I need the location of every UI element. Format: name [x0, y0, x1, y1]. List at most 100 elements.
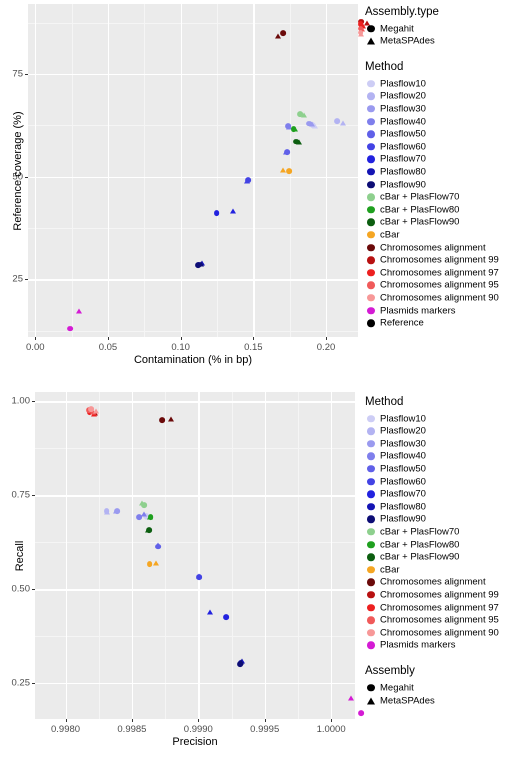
legend-item[interactable]: cBar + PlasFlow80: [365, 203, 524, 216]
gridline-major-vertical: [65, 392, 67, 719]
legend-item-label: cBar + PlasFlow70: [380, 191, 460, 203]
circle-marker-icon: [367, 641, 375, 650]
legend-item-label: Chromosomes alignment 97: [380, 602, 499, 613]
legend-item[interactable]: Plasmids markers: [365, 639, 524, 652]
legend-item[interactable]: MetaSPAdes: [365, 35, 524, 48]
legend-item[interactable]: Chromosomes alignment 90: [365, 626, 524, 639]
x-axis-tick-mark: [180, 337, 182, 340]
data-point: [357, 710, 364, 716]
legend-item[interactable]: Plasflow70: [365, 488, 524, 501]
legend-item-label: Plasflow60: [380, 476, 426, 487]
legend-item[interactable]: Plasflow60: [365, 475, 524, 488]
legend-item-label: Plasmids markers: [380, 305, 456, 316]
legend-item[interactable]: Plasflow20: [365, 425, 524, 438]
circle-marker-icon: [367, 684, 375, 692]
legend-item[interactable]: Chromosomes alignment 95: [365, 614, 524, 627]
legend-item[interactable]: Chromosomes alignment 99: [365, 254, 524, 267]
y-axis-tick-mark: [25, 73, 28, 75]
legend-item[interactable]: Plasflow30: [365, 437, 524, 450]
legend-item[interactable]: Plasflow90: [365, 513, 524, 526]
circle-marker-icon: [367, 130, 375, 138]
gridline-major-vertical: [107, 4, 110, 337]
legend-item[interactable]: Chromosomes alignment 95: [365, 279, 524, 292]
legend-item[interactable]: Plasflow40: [365, 450, 524, 463]
legend-item[interactable]: cBar + PlasFlow90: [365, 216, 524, 229]
legend-item[interactable]: Plasflow80: [365, 500, 524, 513]
y-axis-tick-label: 75: [12, 68, 23, 80]
legend-item-label: Plasmids markers: [380, 639, 456, 651]
legend-item[interactable]: Plasflow10: [365, 77, 524, 90]
legend-item[interactable]: Plasflow30: [365, 102, 524, 115]
circle-marker-icon: [367, 528, 375, 536]
legend-item-label: Chromosomes alignment 95: [380, 614, 499, 626]
legend-item-label: Chromosomes alignment 97: [380, 267, 499, 279]
y-axis-tick-label: 0.75: [11, 489, 31, 501]
legend-item-label: Chromosomes alignment 95: [380, 279, 499, 291]
circle-marker-icon: [367, 281, 375, 290]
legend-item[interactable]: Plasflow60: [365, 140, 524, 153]
data-point: [138, 500, 145, 506]
legend-item[interactable]: cBar + PlasFlow90: [365, 551, 524, 564]
legend-item[interactable]: cBar + PlasFlow80: [365, 538, 524, 551]
gridline-minor-vertical: [165, 392, 167, 719]
legend-item[interactable]: Chromosomes alignment: [365, 576, 524, 589]
circle-marker-icon: [367, 79, 375, 88]
circle-marker-icon: [367, 168, 375, 176]
legend-item[interactable]: cBar: [365, 228, 524, 241]
gridline-minor-vertical: [71, 4, 73, 337]
data-point: [154, 542, 161, 548]
circle-marker-icon: [367, 243, 375, 252]
legend-item-label: Plasflow50: [380, 463, 426, 475]
legend-item[interactable]: Chromosomes alignment 97: [365, 601, 524, 614]
circle-marker-icon: [367, 117, 375, 126]
legend-item[interactable]: Plasflow40: [365, 115, 524, 128]
legend-item-label: Plasflow40: [380, 450, 426, 462]
legend-item-label: Plasflow90: [380, 513, 426, 525]
legend-item-label: cBar: [380, 564, 400, 576]
gridline-major-horizontal: [35, 589, 355, 591]
x-axis-tick-label: 0.20: [316, 342, 336, 353]
legend-item-label: cBar + PlasFlow80: [380, 539, 460, 550]
circle-marker-icon: [367, 218, 375, 227]
legend-item[interactable]: Reference: [365, 317, 524, 330]
legend-item[interactable]: Plasflow50: [365, 128, 524, 141]
circle-marker-icon: [367, 319, 375, 327]
legend-item-label: MetaSPAdes: [380, 35, 435, 47]
data-point: [282, 149, 289, 155]
legend-item[interactable]: Plasflow90: [365, 178, 524, 191]
legend-item[interactable]: Plasflow10: [365, 412, 524, 425]
legend-item-label: MetaSPAdes: [380, 695, 435, 706]
gridline-minor-vertical: [231, 392, 233, 719]
legend-item[interactable]: Chromosomes alignment: [365, 241, 524, 254]
legend-item[interactable]: Chromosomes alignment 90: [365, 291, 524, 304]
legend-item[interactable]: cBar + PlasFlow70: [365, 191, 524, 204]
gridline-major-vertical: [253, 4, 255, 337]
gridline-major-horizontal: [35, 401, 355, 403]
x-axis-tick-label: 1.0000: [316, 724, 346, 735]
legend-item[interactable]: Plasmids markers: [365, 304, 524, 317]
gridline-major-horizontal: [28, 279, 358, 281]
legend-item[interactable]: Plasflow70: [365, 153, 524, 166]
circle-marker-icon: [367, 92, 375, 101]
legend-item[interactable]: Plasflow80: [365, 165, 524, 178]
circle-marker-icon: [367, 578, 375, 587]
legend-item[interactable]: cBar + PlasFlow70: [365, 525, 524, 538]
legend-item[interactable]: Chromosomes alignment 97: [365, 266, 524, 279]
legend-item[interactable]: MetaSPAdes: [365, 694, 524, 707]
gridline-major-vertical: [131, 392, 134, 719]
data-point: [244, 178, 251, 184]
legend-item[interactable]: Plasflow50: [365, 462, 524, 475]
legend-item[interactable]: Plasflow20: [365, 90, 524, 103]
data-point: [146, 514, 153, 520]
circle-marker-icon: [367, 256, 375, 264]
y-axis-tick-mark: [32, 401, 35, 403]
legend-item[interactable]: cBar: [365, 563, 524, 576]
legend-item[interactable]: Chromosomes alignment 99: [365, 588, 524, 601]
data-point: [274, 33, 281, 39]
x-axis-tick-mark: [331, 719, 333, 722]
legend-item[interactable]: Megahit: [365, 681, 524, 694]
legend-item[interactable]: Megahit: [365, 22, 524, 35]
x-axis-tick-label: 0.00: [26, 342, 45, 353]
legend-item-label: Plasflow30: [380, 103, 426, 115]
legend-title: Method: [365, 61, 404, 74]
